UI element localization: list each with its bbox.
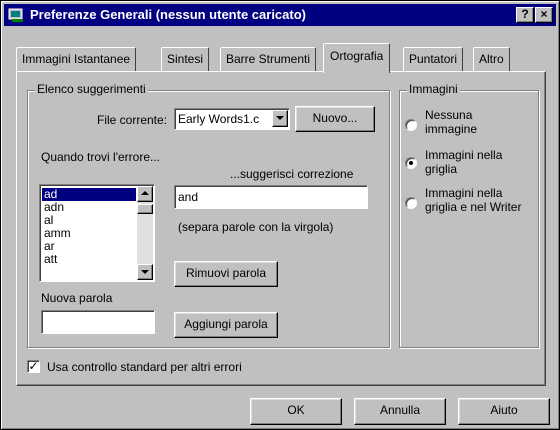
help-title-button[interactable]: ? <box>516 7 534 23</box>
new-word-label: Nuova parola <box>41 291 113 305</box>
tab-sintesi[interactable]: Sintesi <box>161 47 210 71</box>
list-item[interactable]: adn <box>42 201 136 214</box>
standard-check-checkbox[interactable]: ✓ <box>27 360 40 373</box>
error-prompt: Quando trovi l'errore... <box>41 150 161 164</box>
radio-button-checked[interactable] <box>405 157 417 169</box>
suggest-label: ...suggerisci correzione <box>230 167 354 181</box>
new-word-input[interactable] <box>41 310 155 334</box>
standard-check-option[interactable]: ✓ Usa controllo standard per altri error… <box>27 359 327 377</box>
ok-button[interactable]: OK <box>250 398 342 425</box>
radio-label-line2: griglia <box>425 162 458 176</box>
ortografia-panel: Elenco suggerimenti File corrente: Early… <box>16 71 546 386</box>
radio-grid-writer-images[interactable]: Immagini nella griglia e nel Writer <box>405 186 537 218</box>
current-file-select[interactable]: Early Words1.c <box>174 108 290 130</box>
chevron-down-icon <box>276 116 284 120</box>
radio-grid-images[interactable]: Immagini nella griglia <box>405 148 535 180</box>
scroll-up-button[interactable] <box>137 186 153 202</box>
list-item[interactable]: amm <box>42 227 136 240</box>
scroll-thumb[interactable] <box>137 204 153 214</box>
correction-value: and <box>178 190 199 204</box>
arrow-down-icon <box>141 270 149 274</box>
new-file-button[interactable]: Nuovo... <box>295 106 375 132</box>
title-bar[interactable]: Preferenze Generali (nessun utente caric… <box>4 4 556 26</box>
close-button[interactable]: × <box>535 7 553 23</box>
arrow-up-icon <box>141 191 149 195</box>
radio-label-line1: Immagini nella <box>425 148 503 162</box>
tab-ortografia[interactable]: Ortografia <box>323 43 391 73</box>
help-button[interactable]: Aiuto <box>458 398 550 425</box>
current-file-label: File corrente: <box>97 113 168 127</box>
images-legend: Immagini <box>407 82 460 96</box>
window-title: Preferenze Generali (nessun utente caric… <box>30 7 306 22</box>
list-item[interactable]: att <box>42 253 136 266</box>
tab-puntatori[interactable]: Puntatori <box>403 47 464 71</box>
correction-input[interactable]: and <box>174 185 368 209</box>
word-list-items: ad adn al amm ar att <box>42 188 136 266</box>
current-file-value: Early Words1.c <box>178 112 260 126</box>
tab-barre-strumenti[interactable]: Barre Strumenti <box>220 47 317 71</box>
remove-word-button[interactable]: Rimuovi parola <box>174 261 278 287</box>
radio-label-line1: Nessuna <box>425 108 473 122</box>
file-dropdown-button[interactable] <box>272 110 288 127</box>
word-list[interactable]: ad adn al amm ar att <box>39 184 155 282</box>
tab-immagini-istantanee[interactable]: Immagini Istantanee <box>16 47 137 71</box>
separator-hint: (separa parole con la virgola) <box>178 220 334 234</box>
preferences-window: Preferenze Generali (nessun utente caric… <box>0 0 560 430</box>
app-icon <box>8 8 23 22</box>
radio-label-line2: immagine <box>425 122 478 136</box>
radio-button[interactable] <box>405 197 417 209</box>
radio-label-line2: griglia e nel Writer <box>425 200 522 214</box>
scroll-down-button[interactable] <box>137 264 153 280</box>
word-list-scrollbar[interactable] <box>137 186 153 280</box>
suggestions-legend: Elenco suggerimenti <box>35 82 148 96</box>
tab-altro[interactable]: Altro <box>473 47 510 71</box>
standard-check-label: Usa controllo standard per altri errori <box>47 360 242 374</box>
cancel-button[interactable]: Annulla <box>354 398 446 425</box>
radio-button[interactable] <box>405 119 417 131</box>
radio-label-line1: Immagini nella <box>425 186 503 200</box>
add-word-button[interactable]: Aggiungi parola <box>174 312 278 338</box>
radio-no-images[interactable]: Nessuna immagine <box>405 108 535 140</box>
